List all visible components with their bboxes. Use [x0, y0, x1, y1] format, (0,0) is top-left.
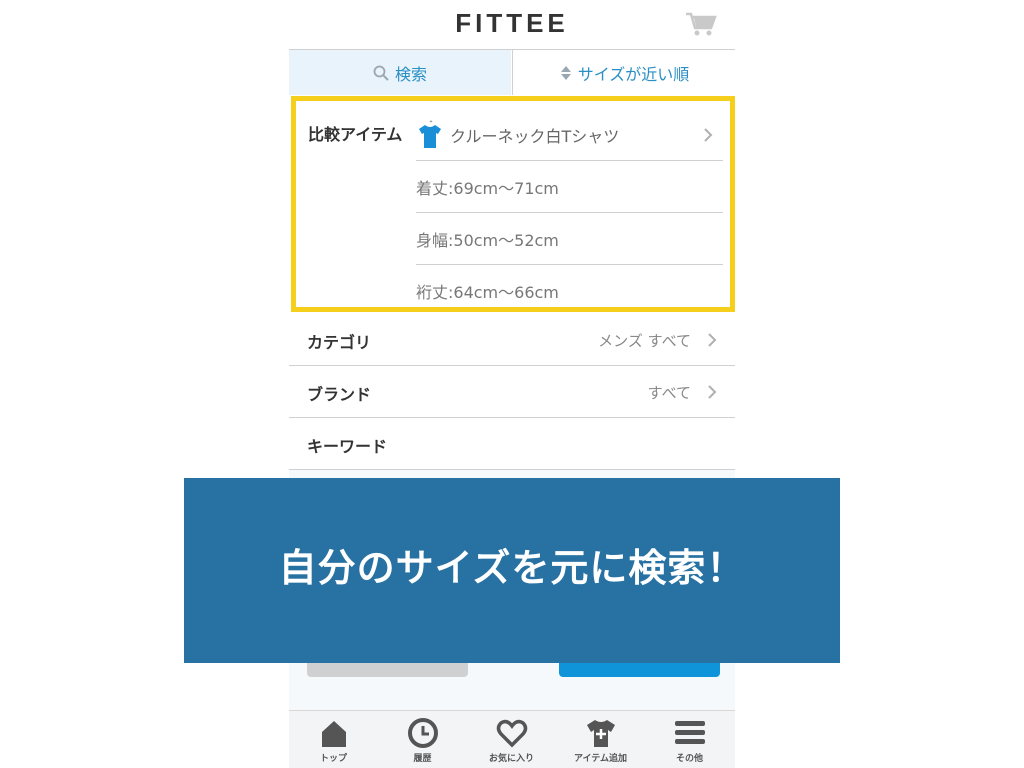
- dimension-length: 着丈:69cm〜71cm: [416, 161, 723, 213]
- tab-history-label: 履歴: [413, 754, 432, 764]
- sort-button[interactable]: サイズが近い順: [512, 50, 735, 95]
- chevron-right-icon: [704, 127, 713, 142]
- promo-banner-text: 自分のサイズを元に検索！: [278, 546, 746, 590]
- dimension-width: 身幅:50cm〜52cm: [416, 213, 723, 265]
- add-shirt-icon: [586, 720, 615, 747]
- dimension-sleeve: 裄丈:64cm〜66cm: [416, 282, 559, 302]
- compare-item-label: 比較アイテム: [308, 125, 403, 144]
- category-value: メンズ すべて: [598, 332, 691, 350]
- search-sort-toggle: 検索 サイズが近い順: [289, 50, 735, 95]
- home-icon: [321, 721, 346, 747]
- menu-icon: [674, 721, 705, 744]
- app-header: FITTEE: [289, 0, 735, 50]
- brand-value: すべて: [647, 384, 691, 402]
- tshirt-icon: [419, 120, 441, 148]
- search-tab[interactable]: 検索: [289, 50, 511, 95]
- brand-label: ブランド: [307, 385, 372, 404]
- chevron-right-icon: [708, 384, 717, 399]
- clock-icon: [407, 718, 438, 748]
- keyword-row[interactable]: キーワード: [289, 418, 735, 470]
- tab-other-label: その他: [675, 754, 703, 764]
- heart-icon: [496, 719, 527, 748]
- sort-button-label: サイズが近い順: [577, 64, 690, 84]
- tab-add-item-label: アイテム追加: [573, 754, 628, 764]
- brand-row[interactable]: ブランド すべて: [289, 366, 735, 418]
- tab-top[interactable]: トップ: [289, 711, 378, 768]
- app-logo: FITTEE: [455, 8, 569, 38]
- compare-item-box: 比較アイテム クルーネック白Tシャツ 着丈:69cm〜71cm 身幅:50cm〜…: [291, 96, 735, 312]
- sort-icon: [560, 65, 571, 80]
- search-icon: [373, 65, 389, 81]
- tab-favorites[interactable]: お気に入り: [467, 711, 556, 768]
- tab-other[interactable]: その他: [645, 711, 734, 768]
- promo-banner: 自分のサイズを元に検索！: [184, 478, 840, 663]
- category-row[interactable]: カテゴリ メンズ すべて: [289, 314, 735, 366]
- tab-top-label: トップ: [319, 754, 347, 764]
- search-tab-label: 検索: [394, 64, 427, 84]
- tab-history[interactable]: 履歴: [378, 711, 467, 768]
- tab-add-item[interactable]: アイテム追加: [556, 711, 645, 768]
- category-label: カテゴリ: [307, 333, 372, 352]
- cart-icon[interactable]: [685, 11, 717, 37]
- tab-favorites-label: お気に入り: [488, 754, 534, 764]
- chevron-right-icon: [708, 332, 717, 347]
- keyword-label: キーワード: [307, 437, 388, 456]
- bottom-tab-bar: トップ 履歴 お気に入り アイテム追加 その他: [289, 710, 735, 768]
- compare-item-name: クルーネック白Tシャツ: [450, 126, 620, 146]
- compare-item-selector[interactable]: クルーネック白Tシャツ: [416, 109, 723, 161]
